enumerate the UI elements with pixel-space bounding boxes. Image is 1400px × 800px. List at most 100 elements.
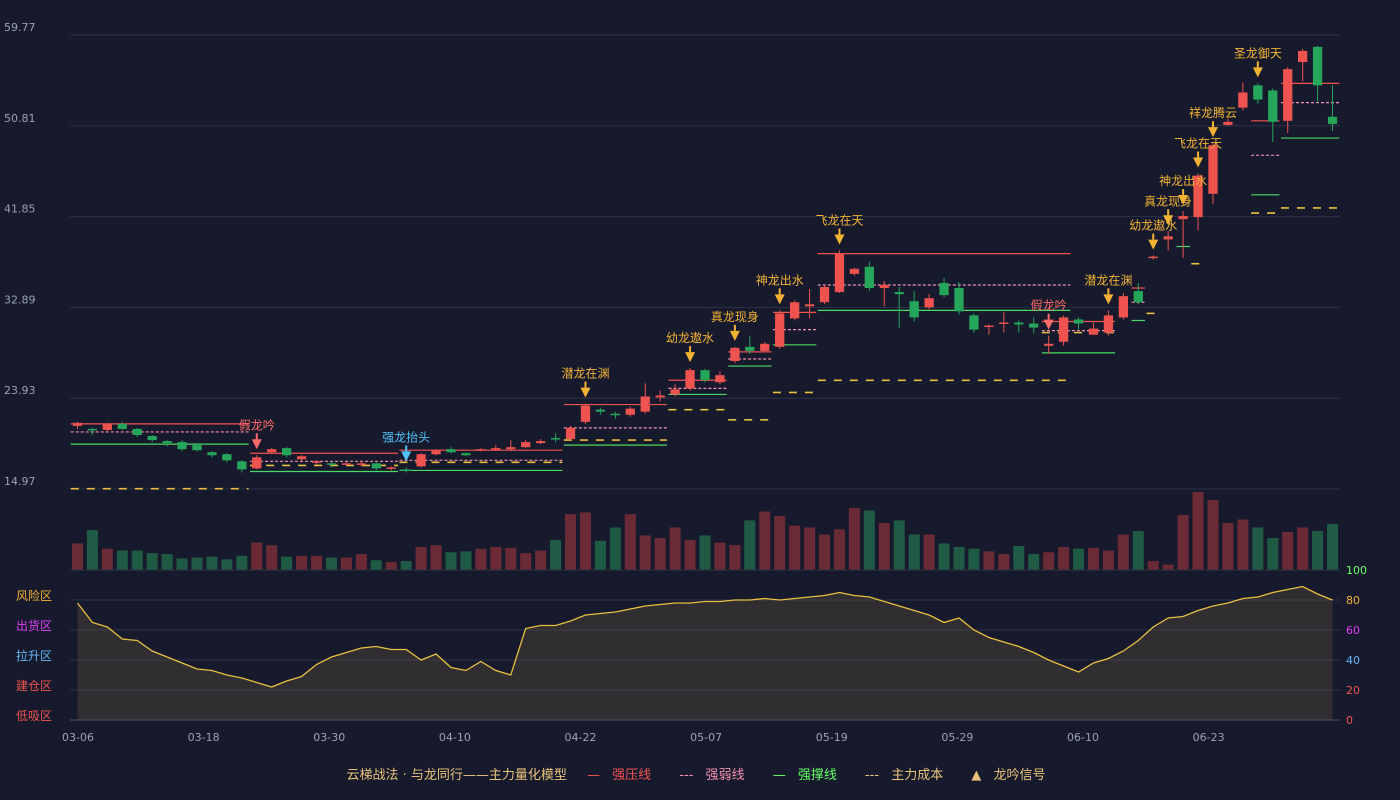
candle-body bbox=[1238, 92, 1248, 108]
price-axis-label: 41.85 bbox=[4, 203, 36, 216]
indicator-axis-label: 60 bbox=[1346, 624, 1360, 637]
candle-body bbox=[565, 427, 576, 440]
candle-body bbox=[1268, 90, 1278, 122]
legend-weak-label: 强弱线 bbox=[705, 768, 745, 783]
x-axis-label: 06-23 bbox=[1193, 731, 1225, 744]
candle-body bbox=[685, 370, 695, 389]
candle-body bbox=[819, 287, 830, 303]
volume-bar bbox=[1207, 499, 1219, 570]
volume-bar bbox=[176, 558, 188, 570]
signal-label: 幼龙遨水 bbox=[666, 331, 714, 345]
signal-label: 飞龙在天 bbox=[1174, 137, 1222, 151]
candle-body bbox=[1133, 291, 1143, 303]
volume-bar bbox=[1058, 546, 1070, 570]
signal-label: 强龙抬头 bbox=[382, 430, 430, 444]
zone-label: 风险区 bbox=[16, 588, 52, 603]
candle-body bbox=[1029, 323, 1039, 328]
signal-arrow bbox=[834, 234, 845, 245]
x-axis-label: 05-19 bbox=[816, 731, 848, 744]
zone-label: 拉升区 bbox=[16, 648, 52, 663]
indicator-area bbox=[77, 586, 1333, 720]
candle-body bbox=[401, 469, 411, 471]
candle-body bbox=[864, 266, 874, 289]
volume-bar bbox=[385, 562, 397, 570]
candle-body bbox=[775, 313, 785, 347]
volume-bar bbox=[146, 553, 158, 570]
candle-body bbox=[147, 435, 157, 441]
candle-body bbox=[386, 467, 396, 469]
volume-bar bbox=[535, 550, 547, 570]
volume-bar bbox=[206, 556, 218, 570]
candle-body bbox=[117, 423, 127, 429]
volume-bar bbox=[1043, 552, 1055, 570]
candle-body bbox=[834, 253, 845, 293]
candle-body bbox=[909, 301, 919, 318]
signal-label: 假龙吟 bbox=[1031, 298, 1067, 313]
candle-body bbox=[222, 454, 232, 461]
volume-bar bbox=[759, 511, 771, 570]
candle-body bbox=[580, 405, 591, 422]
candle-body bbox=[879, 285, 889, 289]
signal-arrow bbox=[1043, 319, 1054, 330]
volume-bar bbox=[1297, 527, 1309, 570]
legend-weak-line: --- 强弱线 bbox=[679, 768, 745, 783]
dragon-candlestick-chart: 14.97 23.93 32.89 41.85 50.81 59.77 假龙吟强龙抬头 潜龙在… bbox=[4, 21, 1367, 744]
volume-bar bbox=[609, 527, 621, 570]
volume-bar bbox=[893, 520, 905, 570]
signal-arrow bbox=[729, 330, 740, 341]
candle-body bbox=[341, 463, 352, 465]
x-axis-label: 04-22 bbox=[565, 731, 597, 744]
volume-bar bbox=[639, 535, 651, 570]
signal-label: 祥龙腾云 bbox=[1189, 105, 1237, 120]
volume-bar bbox=[71, 543, 83, 570]
x-axis-label: 04-10 bbox=[439, 731, 471, 744]
volume-bar bbox=[1013, 546, 1025, 570]
candle-body bbox=[506, 447, 516, 450]
candle-body bbox=[356, 463, 366, 465]
candle-body bbox=[1223, 121, 1233, 125]
signal-label: 神龙出水 bbox=[756, 273, 804, 287]
signal-arrow bbox=[1148, 239, 1159, 250]
candle-body bbox=[1178, 216, 1188, 220]
volume-bar bbox=[370, 560, 382, 570]
volume-bar bbox=[654, 538, 666, 570]
candle-body bbox=[132, 428, 142, 435]
zone-label: 低吸区 bbox=[16, 709, 52, 723]
volume-bar bbox=[1117, 534, 1129, 570]
volume-bar bbox=[565, 514, 577, 570]
volume-bar bbox=[1267, 538, 1279, 570]
volume-bar bbox=[505, 547, 517, 570]
candle-body bbox=[102, 423, 112, 430]
volume-bar bbox=[923, 534, 935, 570]
candle-body bbox=[416, 454, 426, 467]
volume-bar bbox=[1252, 527, 1264, 570]
legend-signal: ▲ 龙吟信号 bbox=[971, 768, 1046, 783]
volume-bar bbox=[983, 551, 995, 570]
candle-body bbox=[1163, 236, 1173, 240]
volume-bar bbox=[848, 507, 860, 570]
legend-strong-label: 强压线 bbox=[612, 768, 652, 783]
indicator-axis-label: 0 bbox=[1346, 714, 1353, 727]
candle-body bbox=[536, 441, 546, 444]
volume-bar bbox=[953, 546, 965, 570]
candle-body bbox=[984, 325, 994, 328]
volume-bar bbox=[863, 510, 875, 570]
volume-bar bbox=[236, 555, 248, 570]
x-axis-label: 03-18 bbox=[188, 731, 220, 744]
signal-arrow bbox=[251, 439, 262, 450]
candle-body bbox=[999, 322, 1009, 324]
candle-body bbox=[969, 315, 979, 330]
volume-bar bbox=[1073, 548, 1085, 570]
candle-body bbox=[326, 463, 337, 465]
candle-body bbox=[207, 452, 217, 456]
signal-arrow bbox=[1103, 294, 1114, 305]
volume-bar bbox=[251, 542, 263, 570]
volume-bar bbox=[744, 520, 756, 570]
candle-body bbox=[267, 449, 277, 453]
volume-bar bbox=[938, 543, 950, 570]
volume-bar bbox=[325, 557, 337, 570]
candle-body bbox=[894, 292, 904, 295]
x-axis-label: 03-06 bbox=[62, 731, 94, 744]
volume-bar bbox=[729, 545, 741, 570]
candle-body bbox=[72, 422, 83, 426]
